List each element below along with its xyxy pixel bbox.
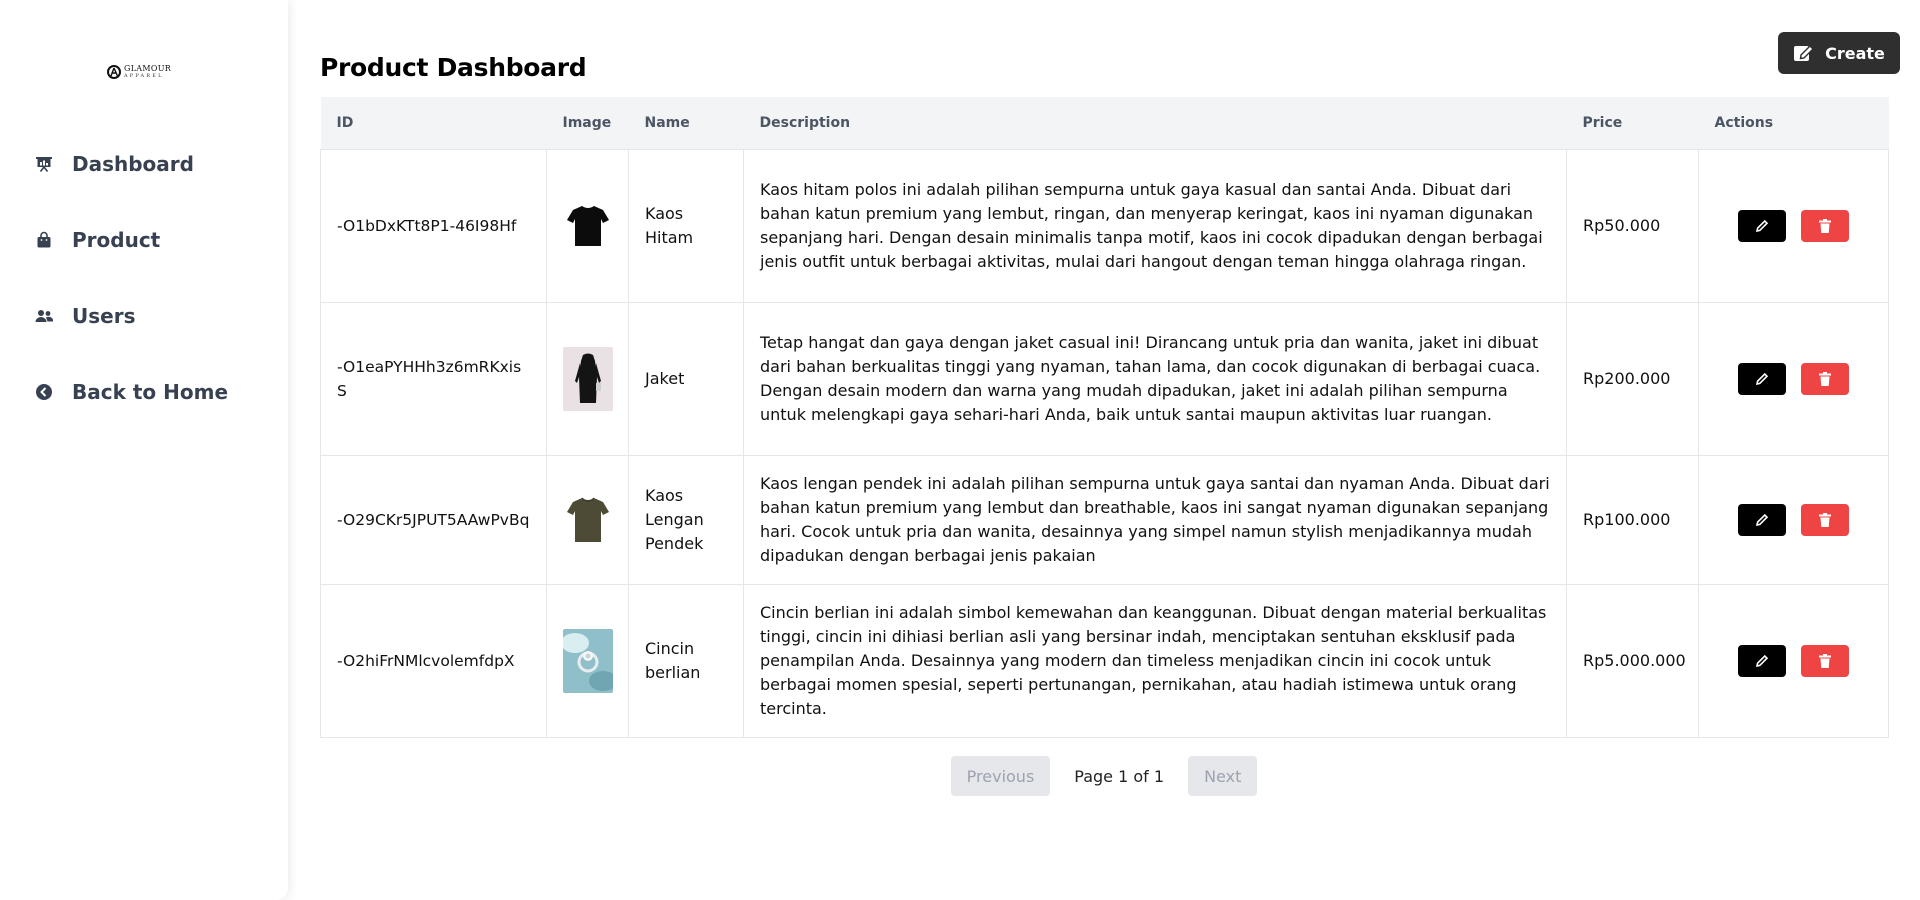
product-table-wrapper: ID Image Name Description Price Actions … [320,97,1889,738]
trash-icon [1819,653,1831,668]
table-row: -O2hiFrNMlcvolemfdpX Cincin berlian Cinc… [320,583,1889,738]
edit-button[interactable] [1738,644,1786,677]
pencil-icon [1755,372,1769,385]
users-icon [34,306,54,326]
logo-mark-icon [107,65,121,79]
row-actions [1715,503,1872,536]
cell-price: Rp200.000 [1566,301,1699,456]
cell-description: Kaos hitam polos ini adalah pilihan semp… [743,148,1567,303]
sidebar: GLAMOUR APPAREL Dashboard Product Users … [0,0,288,900]
product-image-black-jacket [563,346,613,411]
sidebar-item-users[interactable]: Users [34,294,274,338]
row-actions [1715,362,1872,395]
row-actions [1715,209,1872,242]
logo-line1: GLAMOUR [124,64,172,73]
column-header-id: ID [336,114,354,131]
pencil-icon [1755,513,1769,526]
column-header-description: Description [759,114,851,131]
arrow-circle-left-icon [34,382,54,402]
page-info: Page 1 of 1 [1074,766,1165,786]
create-button[interactable]: Create [1778,32,1900,74]
delete-button[interactable] [1801,209,1849,242]
column-header-image: Image [562,114,612,131]
sidebar-item-back-to-home[interactable]: Back to Home [34,370,274,414]
delete-button[interactable] [1801,362,1849,395]
sidebar-item-label: Product [72,228,161,252]
cell-actions [1698,301,1889,456]
pencil-icon [1755,219,1769,232]
cell-id: -O1bDxKTt8P1-46I98Hf [320,148,547,303]
sidebar-item-label: Dashboard [72,152,194,176]
cell-image [546,148,629,303]
column-header-name: Name [644,114,690,131]
cell-image [546,583,629,738]
logo-text: GLAMOUR APPAREL [124,65,171,79]
table-row: -O1eaPYHHh3z6mRKxisS Jaket Tetap hangat … [320,301,1889,456]
next-button[interactable]: Next [1188,756,1258,796]
app-root: GLAMOUR APPAREL Dashboard Product Users … [0,0,1920,900]
sidebar-item-dashboard[interactable]: Dashboard [34,142,274,186]
edit-button[interactable] [1738,362,1786,395]
cell-image [546,454,629,585]
table-row: -O29CKr5JPUT5AAwPvBq Kaos Lengan Pendek [320,454,1889,585]
product-image-diamond-ring [563,628,613,693]
product-image-olive-tshirt [563,487,613,552]
trash-icon [1819,512,1831,527]
product-table: ID Image Name Description Price Actions … [320,97,1889,738]
cell-actions [1698,454,1889,585]
cell-id: -O1eaPYHHh3z6mRKxisS [320,301,547,456]
cell-name: Cincin berlian [628,583,744,738]
cell-description: Cincin berlian ini adalah simbol kemewah… [743,583,1567,738]
edit-button[interactable] [1738,503,1786,536]
column-header-price: Price [1582,114,1623,131]
create-button-label: Create [1825,43,1885,63]
edit-button[interactable] [1738,209,1786,242]
delete-button[interactable] [1801,503,1849,536]
sidebar-nav: Dashboard Product Users Back to Home [34,142,274,446]
cell-id: -O2hiFrNMlcvolemfdpX [320,583,547,738]
trash-icon [1819,371,1831,386]
cell-name: Kaos Hitam [628,148,744,303]
edit-square-icon [1794,45,1815,61]
logo-line2: APPAREL [124,73,164,79]
page-title: Product Dashboard [320,52,587,82]
table-row: -O1bDxKTt8P1-46I98Hf Kaos Hitam Kaos hit… [320,148,1889,303]
sidebar-item-product[interactable]: Product [34,218,274,262]
product-image-black-tshirt [563,193,613,258]
column-header-actions: Actions [1714,114,1774,131]
cell-image [546,301,629,456]
delete-button[interactable] [1801,644,1849,677]
brand-logo[interactable]: GLAMOUR APPAREL [107,62,183,82]
cell-name: Kaos Lengan Pendek [628,454,744,585]
main-content: Product Dashboard Create ID Image Name D… [320,0,1900,900]
sidebar-item-label: Users [72,304,136,328]
cell-actions [1698,148,1889,303]
row-actions [1715,644,1872,677]
trash-icon [1819,218,1831,233]
cell-price: Rp50.000 [1566,148,1699,303]
cell-price: Rp100.000 [1566,454,1699,585]
cell-description: Tetap hangat dan gaya dengan jaket casua… [743,301,1567,456]
shopping-bag-icon [34,230,54,250]
cell-id: -O29CKr5JPUT5AAwPvBq [320,454,547,585]
cell-description: Kaos lengan pendek ini adalah pilihan se… [743,454,1567,585]
pagination: Previous Page 1 of 1 Next [320,756,1888,796]
cell-price: Rp5.000.000 [1566,583,1699,738]
cell-actions [1698,583,1889,738]
table-header-row: ID Image Name Description Price Actions [320,97,1889,149]
cell-name: Jaket [628,301,744,456]
presentation-chart-icon [34,154,54,174]
previous-button[interactable]: Previous [950,756,1051,796]
sidebar-item-label: Back to Home [72,380,229,404]
pencil-icon [1755,654,1769,667]
